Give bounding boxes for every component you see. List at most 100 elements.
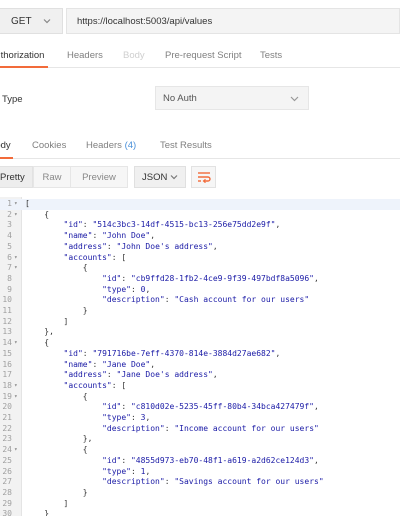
code-text: {: [25, 263, 88, 273]
code-line: 17 "address": "Jane Doe's address",: [0, 370, 400, 381]
line-number: 1: [7, 199, 12, 208]
raw-button[interactable]: Raw: [33, 166, 71, 188]
code-line: 29 ]: [0, 499, 400, 510]
code-text: ]: [25, 498, 69, 508]
fold-arrow-icon[interactable]: ▾: [14, 263, 20, 274]
headers-count: (4): [124, 140, 137, 151]
code-text: "description": "Savings account for our …: [102, 477, 324, 487]
tab-response-headers-label: Headers: [86, 140, 122, 151]
code-text: }: [25, 509, 50, 516]
preview-label: Preview: [82, 171, 116, 183]
code-line: 2 ▾ {: [0, 210, 400, 221]
tab-response-headers[interactable]: Headers (4): [86, 140, 136, 151]
code-text: }: [25, 487, 88, 497]
code-text: "accounts": [: [63, 252, 127, 262]
format-select[interactable]: JSON: [134, 166, 186, 188]
auth-type-select[interactable]: No Auth: [155, 86, 309, 110]
line-number: 27: [2, 477, 12, 487]
code-text: {: [25, 445, 88, 455]
code-text: "id": "514c3bc3-14df-4515-bc13-256e75dd2…: [63, 220, 281, 230]
code-text: "name": "John Doe",: [63, 231, 156, 241]
code-text: },: [25, 327, 54, 337]
code-line: 30 }: [0, 509, 400, 516]
raw-label: Raw: [42, 171, 62, 183]
code-text: "id": "cb9ffd28-1fb2-4ce9-9f39-497bdf8a5…: [102, 273, 319, 283]
code-line: 23 },: [0, 434, 400, 445]
tab-authorization[interactable]: Authorization: [0, 50, 44, 61]
active-tab-indicator: [0, 66, 48, 68]
wrap-lines-button[interactable]: [191, 166, 216, 188]
line-number: 18: [2, 380, 12, 390]
fold-arrow-icon[interactable]: ▾: [14, 338, 20, 349]
fold-arrow-icon[interactable]: ▾: [14, 199, 20, 210]
response-body-editor[interactable]: 1 ▾[2 ▾ {3 "id": "514c3bc3-14df-4515-bc13-…: [0, 197, 400, 516]
auth-type-value: No Auth: [163, 92, 197, 104]
line-number: 14: [2, 338, 12, 348]
preview-button[interactable]: Preview: [71, 166, 128, 188]
code-line: 11 }: [0, 306, 400, 317]
code-line: 20 "id": "c810d02e-5235-45ff-80b4-34bca4…: [0, 402, 400, 413]
line-number: 2: [7, 209, 12, 219]
method-select[interactable]: GET: [0, 8, 63, 34]
chevron-down-icon: [43, 19, 51, 24]
line-number: 23: [2, 434, 12, 444]
fold-arrow-icon[interactable]: ▾: [14, 253, 20, 264]
line-number: 5: [7, 241, 12, 251]
code-line: 22 "description": "Income account for ou…: [0, 424, 400, 435]
line-number: 20: [2, 402, 12, 412]
code-line: 6 ▾ "accounts": [: [0, 253, 400, 264]
code-line: 7 ▾ {: [0, 263, 400, 274]
line-number: 25: [2, 455, 12, 465]
code-text: "type": 1,: [102, 466, 151, 476]
line-number: 24: [2, 445, 12, 455]
url-text: https://localhost:5003/api/values: [77, 15, 213, 27]
code-text: "address": "Jane Doe's address",: [63, 370, 218, 380]
line-number: 28: [2, 487, 12, 497]
tab-tests[interactable]: Tests: [260, 50, 282, 61]
code-line: 16 "name": "Jane Doe",: [0, 360, 400, 371]
tab-pre-request-script[interactable]: Pre-request Script: [165, 50, 242, 61]
line-number: 21: [2, 413, 12, 422]
auth-type-label: Type: [2, 94, 23, 105]
pretty-button[interactable]: Pretty: [0, 166, 33, 188]
fold-arrow-icon[interactable]: ▾: [14, 445, 20, 456]
line-number: 11: [2, 306, 12, 315]
line-number: 16: [2, 359, 12, 369]
code-line: 8 "id": "cb9ffd28-1fb2-4ce9-9f39-497bdf8…: [0, 274, 400, 285]
line-number: 12: [2, 316, 12, 326]
line-number: 3: [7, 220, 12, 230]
fold-arrow-icon[interactable]: ▾: [14, 210, 20, 221]
tab-headers[interactable]: Headers: [67, 50, 103, 61]
code-text: "description": "Cash account for our use…: [102, 295, 310, 305]
response-toolbar: Pretty Raw Preview JSON: [0, 164, 400, 192]
line-number: 13: [2, 327, 12, 337]
line-number: 4: [7, 231, 12, 241]
line-number: 15: [2, 348, 12, 358]
request-bar: GET https://localhost:5003/api/values: [0, 0, 400, 44]
code-text: "type": 3,: [102, 413, 151, 422]
response-tabs: Body Cookies Headers (4) Test Results: [0, 133, 400, 159]
tab-test-results[interactable]: Test Results: [160, 140, 212, 151]
code-line: 1 ▾ [: [0, 199, 400, 210]
code-text: "id": "4855d973-eb70-48f1-a619-a2d62ce12…: [102, 455, 319, 465]
code-line: 25 "id": "4855d973-eb70-48f1-a619-a2d62c…: [0, 456, 400, 467]
line-number: 9: [7, 284, 12, 294]
tab-cookies[interactable]: Cookies: [32, 140, 66, 151]
tab-body[interactable]: Body: [123, 50, 145, 61]
line-number: 26: [2, 466, 12, 476]
url-input[interactable]: https://localhost:5003/api/values: [66, 8, 400, 34]
code-text: "type": 0,: [102, 284, 151, 294]
request-tabs: Authorization Headers Body Pre-request S…: [0, 44, 400, 68]
code-line: 27 "description": "Savings account for o…: [0, 477, 400, 488]
chevron-down-icon: [170, 175, 178, 180]
code-line: 4 "name": "John Doe",: [0, 231, 400, 242]
fold-arrow-icon[interactable]: ▾: [14, 392, 20, 403]
code-line: 15 "id": "791716be-7eff-4370-814e-3884d2…: [0, 349, 400, 360]
line-number: 29: [2, 498, 12, 508]
code-line: 3 "id": "514c3bc3-14df-4515-bc13-256e75d…: [0, 220, 400, 231]
code-line: 14 ▾ {: [0, 338, 400, 349]
line-number: 17: [2, 370, 12, 380]
fold-arrow-icon[interactable]: ▾: [14, 381, 20, 392]
tab-response-body[interactable]: Body: [0, 140, 11, 151]
code-text: {: [25, 338, 50, 348]
